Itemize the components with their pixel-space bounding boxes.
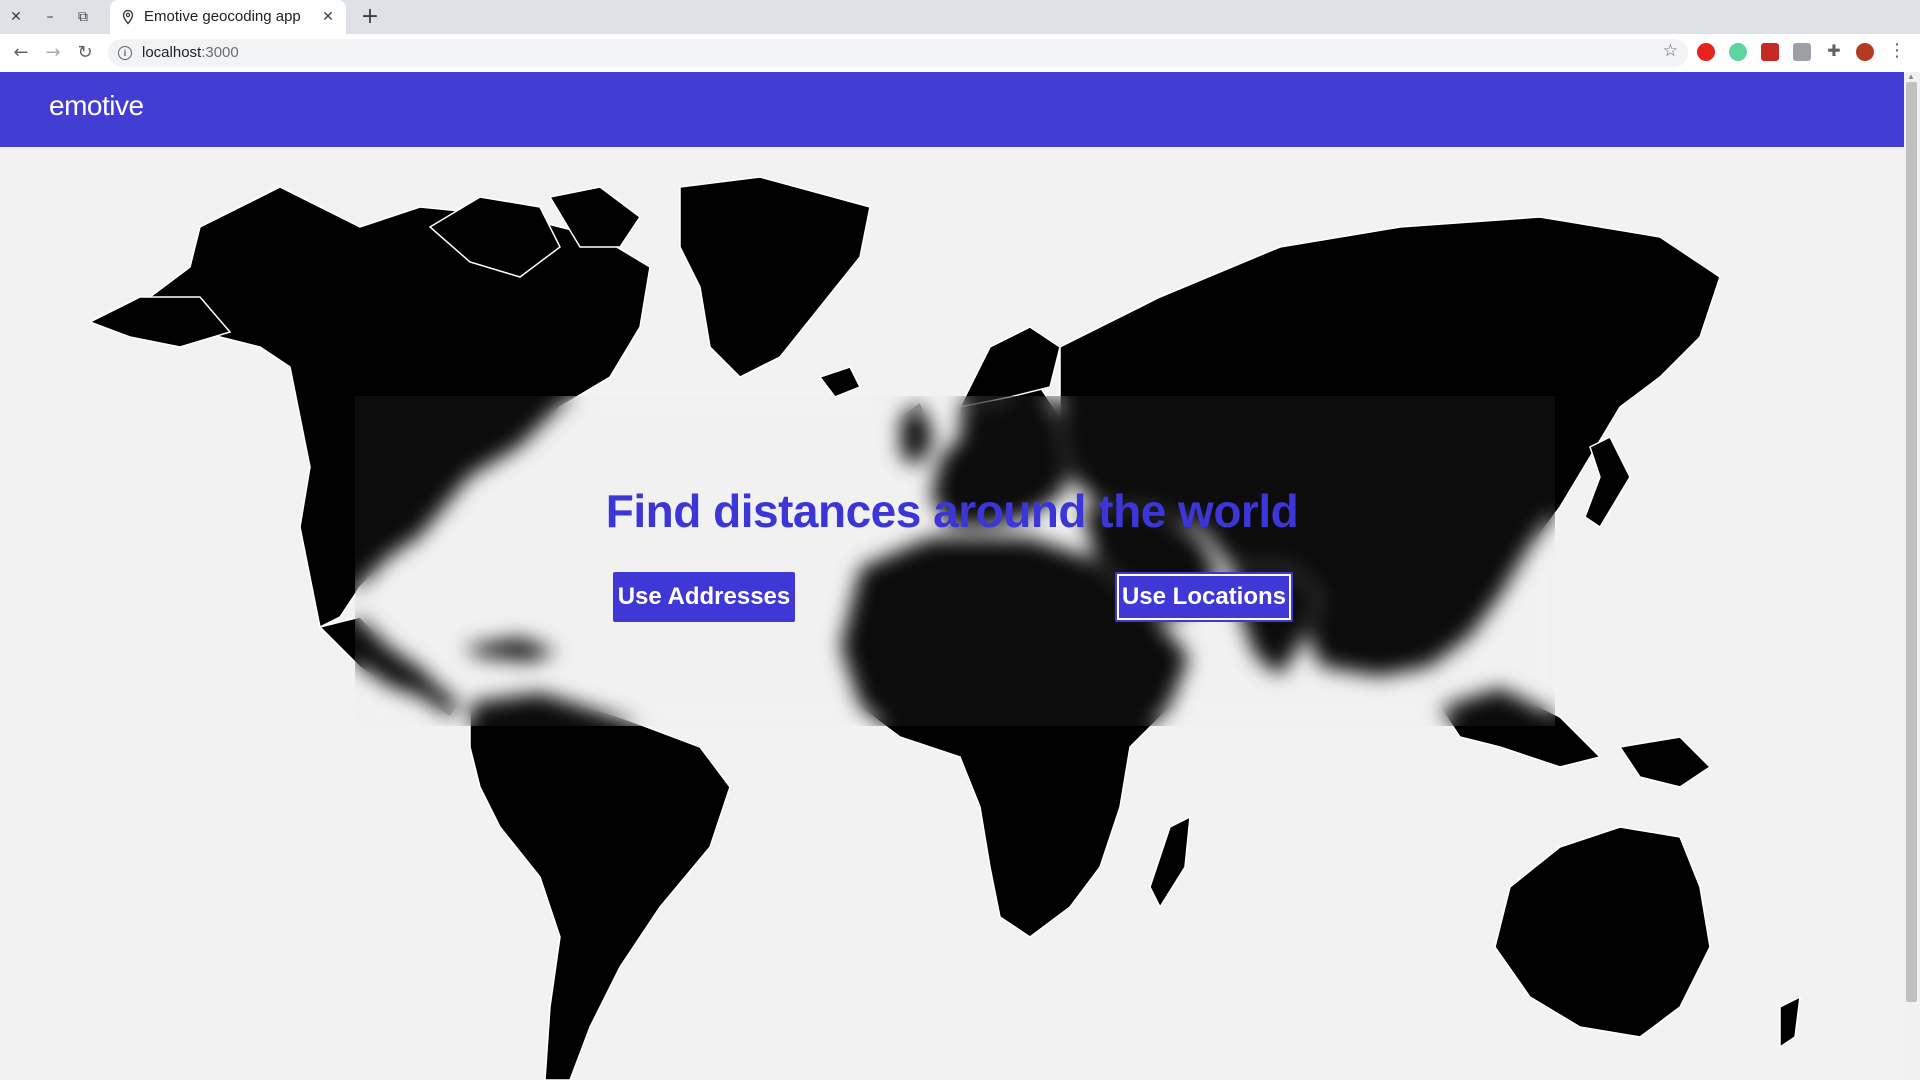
- app-navbar: emotive: [0, 72, 1904, 147]
- extension-red-icon[interactable]: [1761, 43, 1779, 61]
- extension-green-icon[interactable]: [1729, 43, 1747, 61]
- window-close-icon[interactable]: ✕: [6, 7, 26, 27]
- window-minimize-icon[interactable]: –: [40, 7, 60, 27]
- iceland: [818, 366, 862, 398]
- extension-grey-icon[interactable]: [1793, 43, 1811, 61]
- new-guinea: [1618, 736, 1712, 788]
- use-locations-button[interactable]: Use Locations: [1115, 572, 1293, 622]
- hero-blur-overlay: [355, 396, 1555, 726]
- use-addresses-button[interactable]: Use Addresses: [613, 572, 795, 622]
- opera-icon[interactable]: [1697, 43, 1715, 61]
- page-scrollbar[interactable]: ▲: [1904, 72, 1920, 1080]
- new-zealand: [1779, 995, 1801, 1049]
- star-icon[interactable]: ☆: [1663, 41, 1678, 61]
- new-tab-button[interactable]: +: [358, 6, 382, 30]
- forward-button[interactable]: →: [41, 41, 65, 65]
- south-america: [469, 691, 731, 1080]
- puzzle-icon[interactable]: ✚: [1825, 43, 1843, 61]
- browser-toolbar: ← → ↻ i localhost:3000 ☆ ✚ ⋮: [0, 34, 1920, 73]
- back-button[interactable]: ←: [9, 41, 33, 65]
- url-text[interactable]: localhost:3000: [142, 44, 239, 61]
- greenland: [679, 176, 871, 378]
- scrollbar-thumb[interactable]: [1906, 82, 1917, 1002]
- url-host: localhost: [142, 44, 202, 61]
- hero-title: Find distances around the world: [605, 485, 1299, 537]
- browser-menu-icon[interactable]: ⋮: [1888, 40, 1906, 61]
- brand-logo[interactable]: emotive: [49, 90, 144, 122]
- map-pin-icon: [122, 9, 134, 25]
- browser-titlebar: ✕ – ⧉ Emotive geocoding app ✕ +: [0, 0, 1920, 34]
- australia: [1494, 826, 1711, 1038]
- url-port: :3000: [201, 44, 239, 61]
- reload-button[interactable]: ↻: [73, 41, 97, 65]
- madagascar: [1149, 815, 1191, 909]
- address-bar[interactable]: i localhost:3000 ☆: [108, 39, 1688, 67]
- page-viewport: emotive Find distances around the world …: [0, 72, 1904, 1080]
- window-restore-icon[interactable]: ⧉: [73, 7, 93, 27]
- profile-avatar[interactable]: [1856, 43, 1874, 61]
- info-icon[interactable]: i: [118, 46, 132, 60]
- browser-tab[interactable]: Emotive geocoding app ✕: [110, 0, 346, 34]
- scroll-up-icon[interactable]: ▲: [1907, 72, 1915, 81]
- tab-close-icon[interactable]: ✕: [318, 7, 338, 27]
- tab-title: Emotive geocoding app: [144, 8, 301, 25]
